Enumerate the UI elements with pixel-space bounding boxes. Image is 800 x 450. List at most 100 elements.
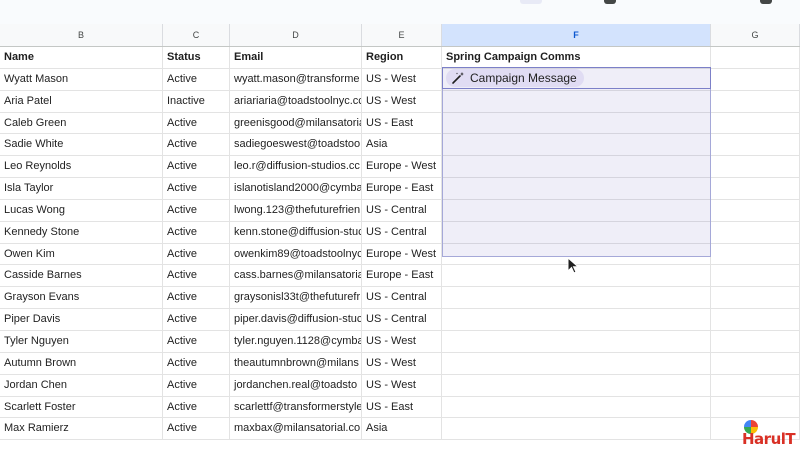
cell-status[interactable]: Active bbox=[163, 265, 230, 287]
cell-campaign[interactable] bbox=[442, 396, 711, 418]
cell-name[interactable]: Leo Reynolds bbox=[0, 156, 163, 178]
header-cell-email[interactable]: Email bbox=[230, 47, 362, 68]
cell-email[interactable]: ariariaria@toadstoolnyc.cc bbox=[230, 90, 362, 112]
cell-name[interactable]: Autumn Brown bbox=[0, 352, 163, 374]
cell-email[interactable]: owenkim89@toadstoolnyc bbox=[230, 243, 362, 265]
cell-campaign[interactable] bbox=[442, 418, 711, 440]
cell-name[interactable]: Piper Davis bbox=[0, 309, 163, 330]
cell-email[interactable]: cass.barnes@milansatoria bbox=[230, 265, 362, 287]
cell-region[interactable]: Europe - East bbox=[362, 265, 442, 287]
header-cell-campaign[interactable]: Spring Campaign Comms bbox=[442, 47, 711, 68]
cell-region[interactable]: Europe - West bbox=[362, 243, 442, 265]
cell-empty[interactable] bbox=[711, 112, 800, 134]
cell-email[interactable]: lwong.123@thefuturefrien bbox=[230, 199, 362, 221]
cell-empty[interactable] bbox=[711, 178, 800, 199]
cell-campaign[interactable] bbox=[442, 112, 711, 134]
cell-region[interactable]: US - Central bbox=[362, 221, 442, 243]
cell-name[interactable]: Caleb Green bbox=[0, 112, 163, 134]
cell-empty[interactable] bbox=[711, 309, 800, 330]
cell-email[interactable]: kenn.stone@diffusion-stuc bbox=[230, 221, 362, 243]
cell-region[interactable]: US - West bbox=[362, 90, 442, 112]
cell-status[interactable]: Active bbox=[163, 134, 230, 156]
cell-region[interactable]: Asia bbox=[362, 418, 442, 440]
cell-region[interactable]: US - West bbox=[362, 352, 442, 374]
cell-name[interactable]: Wyatt Mason bbox=[0, 68, 163, 90]
cell-name[interactable]: Aria Patel bbox=[0, 90, 163, 112]
cell-status[interactable]: Active bbox=[163, 221, 230, 243]
cell-region[interactable]: Europe - West bbox=[362, 156, 442, 178]
cell-campaign[interactable] bbox=[442, 199, 711, 221]
cell-email[interactable]: maxbax@milansatorial.co bbox=[230, 418, 362, 440]
cell-status[interactable]: Active bbox=[163, 178, 230, 199]
cell-empty[interactable] bbox=[711, 265, 800, 287]
column-header-f[interactable]: F bbox=[442, 24, 711, 46]
cell-status[interactable]: Active bbox=[163, 68, 230, 90]
toolbar-icon[interactable] bbox=[760, 0, 772, 4]
cell-name[interactable]: Max Ramierz bbox=[0, 418, 163, 440]
cell-status[interactable]: Active bbox=[163, 156, 230, 178]
cell-status[interactable]: Active bbox=[163, 396, 230, 418]
cell-empty[interactable] bbox=[711, 287, 800, 309]
cell-email[interactable]: theautumnbrown@milans bbox=[230, 352, 362, 374]
cell-empty[interactable] bbox=[711, 90, 800, 112]
cell-name[interactable]: Casside Barnes bbox=[0, 265, 163, 287]
cell-email[interactable]: scarlettf@transformerstyle bbox=[230, 396, 362, 418]
cell-campaign[interactable] bbox=[442, 352, 711, 374]
cell-region[interactable]: Europe - East bbox=[362, 178, 442, 199]
cell-status[interactable]: Inactive bbox=[163, 90, 230, 112]
cell-name[interactable]: Sadie White bbox=[0, 134, 163, 156]
cell-name[interactable]: Isla Taylor bbox=[0, 178, 163, 199]
cell-region[interactable]: US - Central bbox=[362, 287, 442, 309]
header-cell-empty[interactable] bbox=[711, 47, 800, 68]
cell-campaign[interactable] bbox=[442, 309, 711, 330]
cell-region[interactable]: US - East bbox=[362, 396, 442, 418]
column-header-c[interactable]: C bbox=[163, 24, 230, 46]
cell-name[interactable]: Owen Kim bbox=[0, 243, 163, 265]
cell-campaign[interactable] bbox=[442, 221, 711, 243]
campaign-message-chip[interactable]: Campaign Message bbox=[446, 69, 584, 87]
cell-status[interactable]: Active bbox=[163, 309, 230, 330]
cell-email[interactable]: piper.davis@diffusion-stuc bbox=[230, 309, 362, 330]
cell-empty[interactable] bbox=[711, 199, 800, 221]
cell-status[interactable]: Active bbox=[163, 330, 230, 352]
cell-region[interactable]: US - West bbox=[362, 374, 442, 396]
cell-region[interactable]: US - East bbox=[362, 112, 442, 134]
cell-name[interactable]: Lucas Wong bbox=[0, 199, 163, 221]
cell-empty[interactable] bbox=[711, 374, 800, 396]
cell-region[interactable]: Asia bbox=[362, 134, 442, 156]
cell-status[interactable]: Active bbox=[163, 199, 230, 221]
cell-empty[interactable] bbox=[711, 134, 800, 156]
cell-status[interactable]: Active bbox=[163, 243, 230, 265]
cell-empty[interactable] bbox=[711, 243, 800, 265]
cell-name[interactable]: Jordan Chen bbox=[0, 374, 163, 396]
cell-empty[interactable] bbox=[711, 396, 800, 418]
cell-campaign[interactable] bbox=[442, 134, 711, 156]
cell-email[interactable]: jordanchen.real@toadsto bbox=[230, 374, 362, 396]
cell-name[interactable]: Kennedy Stone bbox=[0, 221, 163, 243]
column-header-e[interactable]: E bbox=[362, 24, 442, 46]
column-header-d[interactable]: D bbox=[230, 24, 362, 46]
toolbar-button[interactable] bbox=[520, 0, 542, 4]
cell-email[interactable]: graysonisl33t@thefuturefr bbox=[230, 287, 362, 309]
cell-status[interactable]: Active bbox=[163, 418, 230, 440]
cell-empty[interactable] bbox=[711, 352, 800, 374]
cell-email[interactable]: greenisgood@milansatoria bbox=[230, 112, 362, 134]
cell-campaign[interactable] bbox=[442, 287, 711, 309]
cell-campaign[interactable] bbox=[442, 330, 711, 352]
cell-status[interactable]: Active bbox=[163, 287, 230, 309]
cell-name[interactable]: Grayson Evans bbox=[0, 287, 163, 309]
cell-email[interactable]: islanotisland2000@cymba bbox=[230, 178, 362, 199]
cell-region[interactable]: US - West bbox=[362, 330, 442, 352]
cell-email[interactable]: wyatt.mason@transforme bbox=[230, 68, 362, 90]
header-cell-region[interactable]: Region bbox=[362, 47, 442, 68]
cell-campaign[interactable] bbox=[442, 374, 711, 396]
cell-empty[interactable] bbox=[711, 330, 800, 352]
cell-region[interactable]: US - Central bbox=[362, 309, 442, 330]
toolbar-icon[interactable] bbox=[604, 0, 616, 4]
cell-campaign[interactable] bbox=[442, 156, 711, 178]
cell-email[interactable]: sadiegoeswest@toadstoo bbox=[230, 134, 362, 156]
cell-status[interactable]: Active bbox=[163, 374, 230, 396]
cell-status[interactable]: Active bbox=[163, 112, 230, 134]
cell-empty[interactable] bbox=[711, 156, 800, 178]
cell-region[interactable]: US - West bbox=[362, 68, 442, 90]
